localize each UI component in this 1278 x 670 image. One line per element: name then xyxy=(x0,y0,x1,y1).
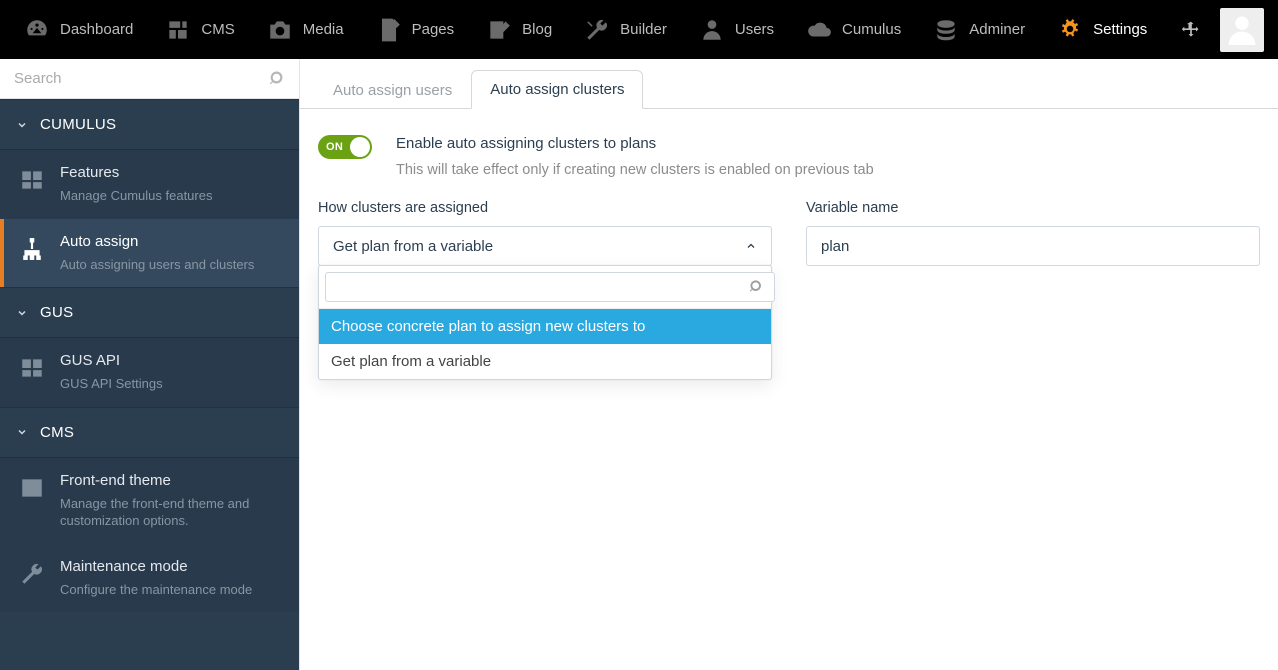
dropdown-search-input[interactable] xyxy=(325,272,775,302)
enable-auto-assign-toggle[interactable]: ON xyxy=(318,135,372,159)
nav-label: Dashboard xyxy=(60,21,133,38)
sidebar-item-maintenance[interactable]: Maintenance mode Configure the maintenan… xyxy=(0,544,299,613)
sitemap-icon xyxy=(18,235,46,263)
toggle-desc: This will take effect only if creating n… xyxy=(396,162,874,178)
image-icon xyxy=(18,474,46,502)
tab-auto-assign-users[interactable]: Auto assign users xyxy=(314,71,471,109)
group-toggle-cms[interactable]: CMS xyxy=(0,408,299,457)
nav-label: Adminer xyxy=(969,21,1025,38)
nav-label: Blog xyxy=(522,21,552,38)
toggle-state: ON xyxy=(326,141,343,153)
dropdown-option-concrete-plan[interactable]: Choose concrete plan to assign new clust… xyxy=(319,309,771,344)
sidebar-item-title: Features xyxy=(60,164,212,181)
group-toggle-cumulus[interactable]: CUMULUS xyxy=(0,100,299,149)
database-icon xyxy=(933,17,959,43)
sidebar-item-desc: GUS API Settings xyxy=(60,375,163,393)
sidebar-item-title: Front-end theme xyxy=(60,472,285,489)
chevron-down-icon xyxy=(16,307,28,319)
tab-label: Auto assign users xyxy=(333,82,452,99)
nav-adminer[interactable]: Adminer xyxy=(917,0,1041,59)
sidebar-search[interactable] xyxy=(0,59,299,99)
nav-users[interactable]: Users xyxy=(683,0,790,59)
variable-name-label: Variable name xyxy=(806,200,1260,216)
sidebar-group-cms: CMS Front-end theme Manage the front-end… xyxy=(0,407,299,613)
group-toggle-gus[interactable]: GUS xyxy=(0,288,299,337)
pencil-note-icon xyxy=(486,17,512,43)
sidebar-group-gus: GUS GUS API GUS API Settings xyxy=(0,287,299,407)
nav-label: CMS xyxy=(201,21,234,38)
tab-label: Auto assign clusters xyxy=(490,81,624,98)
chevron-down-icon xyxy=(16,426,28,438)
sidebar-item-gus-api[interactable]: GUS API GUS API Settings xyxy=(0,338,299,407)
sidebar-item-desc: Manage the front-end theme and customiza… xyxy=(60,495,285,530)
group-title: CMS xyxy=(40,424,74,441)
nav-label: Builder xyxy=(620,21,667,38)
nav-label: Cumulus xyxy=(842,21,901,38)
nav-cumulus[interactable]: Cumulus xyxy=(790,0,917,59)
dropdown-search-wrap xyxy=(319,266,771,309)
settings-sidebar: CUMULUS Features Manage Cumulus features xyxy=(0,59,300,670)
select-value: Get plan from a variable xyxy=(333,238,493,255)
nav-dashboard[interactable]: Dashboard xyxy=(8,0,149,59)
main-content: Auto assign users Auto assign clusters O… xyxy=(300,59,1278,670)
toggle-knob xyxy=(350,137,370,157)
nav-label: Pages xyxy=(412,21,455,38)
nav-label: Users xyxy=(735,21,774,38)
camera-icon xyxy=(267,17,293,43)
user-icon xyxy=(699,17,725,43)
chevron-down-icon xyxy=(16,119,28,131)
group-title: GUS xyxy=(40,304,73,321)
search-input[interactable] xyxy=(14,70,269,87)
wrench-icon xyxy=(584,17,610,43)
search-icon xyxy=(749,279,765,295)
sidebar-item-features[interactable]: Features Manage Cumulus features xyxy=(0,150,299,219)
nav-label: Media xyxy=(303,21,344,38)
move-icon[interactable] xyxy=(1180,19,1202,41)
tab-auto-assign-clusters[interactable]: Auto assign clusters xyxy=(471,70,643,109)
nav-cms[interactable]: CMS xyxy=(149,0,250,59)
variable-name-input[interactable] xyxy=(806,226,1260,266)
option-label: Choose concrete plan to assign new clust… xyxy=(331,318,645,335)
nav-pages[interactable]: Pages xyxy=(360,0,471,59)
assign-method-dropdown: Choose concrete plan to assign new clust… xyxy=(318,265,772,380)
boxes-icon xyxy=(18,354,46,382)
group-title: CUMULUS xyxy=(40,116,116,133)
sidebar-item-frontend-theme[interactable]: Front-end theme Manage the front-end the… xyxy=(0,458,299,544)
variable-name-field: Variable name xyxy=(806,200,1260,266)
nav-media[interactable]: Media xyxy=(251,0,360,59)
nav-settings[interactable]: Settings xyxy=(1041,0,1163,59)
assign-method-select[interactable]: Get plan from a variable Ch xyxy=(318,226,772,266)
sidebar-item-desc: Configure the maintenance mode xyxy=(60,581,252,599)
boxes-icon xyxy=(18,166,46,194)
cloud-icon xyxy=(806,17,832,43)
sidebar-group-cumulus: CUMULUS Features Manage Cumulus features xyxy=(0,99,299,287)
tabs: Auto assign users Auto assign clusters xyxy=(300,59,1278,109)
search-icon xyxy=(269,70,287,88)
nav-blog[interactable]: Blog xyxy=(470,0,568,59)
pages-icon xyxy=(376,17,402,43)
topnav-right xyxy=(1180,8,1270,52)
dropdown-option-variable[interactable]: Get plan from a variable xyxy=(319,344,771,379)
enable-toggle-row: ON Enable auto assigning clusters to pla… xyxy=(318,135,1260,178)
option-label: Get plan from a variable xyxy=(331,353,491,370)
sidebar-item-desc: Auto assigning users and clusters xyxy=(60,256,254,274)
sidebar-item-title: Auto assign xyxy=(60,233,254,250)
wrench-icon xyxy=(18,560,46,588)
sidebar-item-title: Maintenance mode xyxy=(60,558,252,575)
gauge-icon xyxy=(24,17,50,43)
toggle-title: Enable auto assigning clusters to plans xyxy=(396,135,874,152)
gears-icon xyxy=(1057,17,1083,43)
cms-icon xyxy=(165,17,191,43)
assign-method-field: How clusters are assigned Get plan from … xyxy=(318,200,772,266)
sidebar-item-auto-assign[interactable]: Auto assign Auto assigning users and clu… xyxy=(0,219,299,288)
sidebar-item-title: GUS API xyxy=(60,352,163,369)
nav-label: Settings xyxy=(1093,21,1147,38)
nav-builder[interactable]: Builder xyxy=(568,0,683,59)
chevron-up-icon xyxy=(745,240,757,252)
sidebar-item-desc: Manage Cumulus features xyxy=(60,187,212,205)
assign-method-label: How clusters are assigned xyxy=(318,200,772,216)
user-avatar[interactable] xyxy=(1220,8,1264,52)
top-nav: Dashboard CMS Media Pages Blog Builder xyxy=(0,0,1278,59)
